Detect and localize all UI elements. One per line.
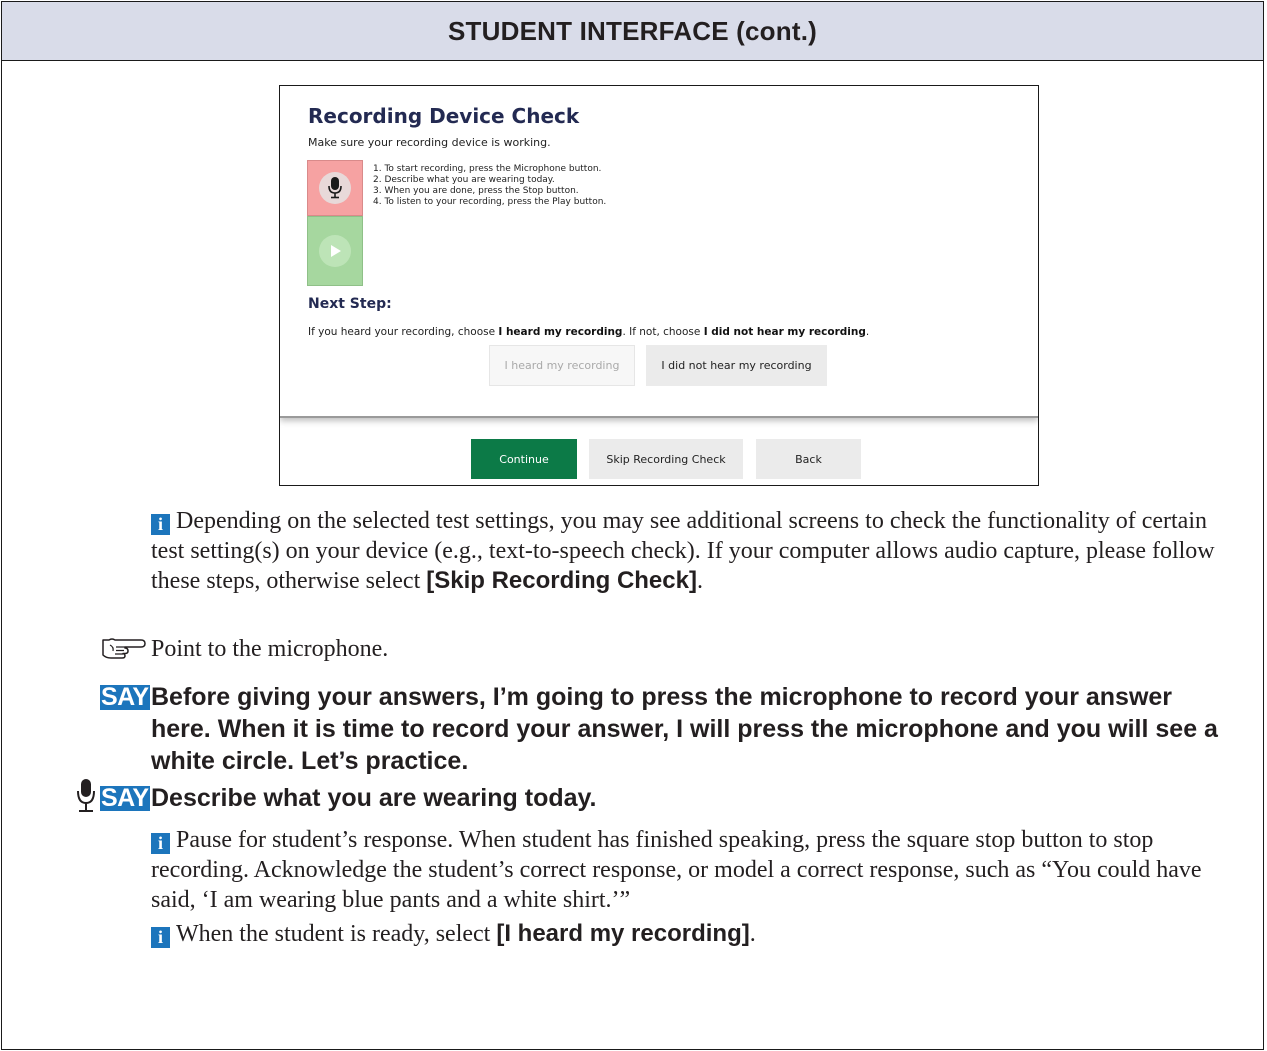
say-label: SAY — [100, 784, 150, 812]
info-note: i Pause for student’s response. When stud… — [151, 827, 1202, 913]
section-title: STUDENT INTERFACE (cont.) — [448, 15, 817, 46]
info-icon: i — [151, 927, 170, 948]
point-instruction: Point to the microphone. — [151, 636, 389, 662]
info-icon: i — [151, 514, 170, 535]
recording-check-dialog: Recording Device Check Make sure your re… — [280, 86, 1038, 418]
say-script: Before giving your answers, I’m going to… — [151, 683, 1218, 775]
heard-recording-button[interactable]: I heard my recording — [489, 345, 635, 386]
info-note: i Depending on the selected test settings… — [151, 508, 1215, 594]
back-button[interactable]: Back — [756, 439, 861, 479]
pointing-hand-icon — [101, 636, 147, 665]
recording-check-screenshot: Recording Device Check Make sure your re… — [279, 85, 1039, 486]
skip-recording-check-button[interactable]: Skip Recording Check — [589, 439, 743, 479]
dialog-title: Recording Device Check — [308, 104, 580, 128]
step-item: 1. To start recording, press the Microph… — [373, 164, 602, 174]
microphone-icon — [319, 172, 351, 204]
info-note: i When the student is ready, select [I he… — [151, 919, 1231, 949]
play-icon — [319, 235, 351, 267]
step-item: 4. To listen to your recording, press th… — [373, 197, 607, 207]
info-icon: i — [151, 833, 170, 854]
instruction-steps: 1. To start recording, press the Microph… — [373, 164, 606, 208]
microphone-icon — [76, 779, 96, 818]
section-header: STUDENT INTERFACE (cont.) — [2, 2, 1263, 61]
microphone-button[interactable] — [307, 160, 363, 216]
step-item: 3. When you are done, press the Stop but… — [373, 186, 579, 196]
next-step-text: If you heard your recording, choose I he… — [308, 326, 870, 338]
next-step-heading: Next Step: — [308, 296, 392, 312]
continue-button[interactable]: Continue — [471, 439, 577, 479]
step-item: 2. Describe what you are wearing today. — [373, 175, 555, 185]
play-button[interactable] — [307, 216, 363, 286]
say-label: SAY — [100, 683, 150, 711]
not-heard-recording-button[interactable]: I did not hear my recording — [646, 345, 827, 386]
say-script: Describe what you are wearing today. — [151, 784, 597, 812]
dialog-subtitle: Make sure your recording device is worki… — [308, 136, 551, 149]
